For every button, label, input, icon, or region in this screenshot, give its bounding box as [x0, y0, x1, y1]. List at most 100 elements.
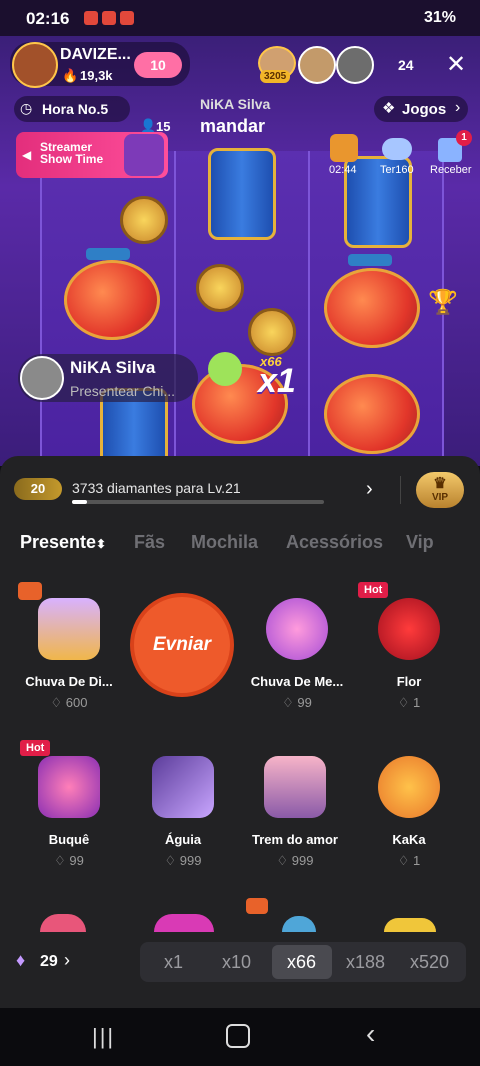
gift-item-partial[interactable] — [154, 914, 214, 932]
status-time: 02:16 — [26, 9, 70, 28]
lantern-cap — [348, 254, 392, 266]
tab-acessorios[interactable]: Acessórios — [286, 532, 383, 553]
tab-label: Presente — [20, 532, 97, 552]
gift-item-kaka[interactable]: KaKa ♢ 1 — [354, 740, 464, 890]
divider — [400, 476, 401, 504]
host-followers: 19,3k — [80, 68, 113, 83]
diamond-icon: ♢ — [54, 853, 66, 868]
gift-item-partial[interactable] — [384, 918, 436, 932]
viewer-avatar[interactable] — [336, 46, 374, 84]
gift-price: 99 — [297, 695, 312, 710]
diamond-icon: ♢ — [397, 853, 410, 868]
bouquet-icon — [38, 756, 100, 818]
back-icon[interactable]: ‹ — [366, 1018, 375, 1050]
viewer-count[interactable]: 24 — [398, 57, 414, 73]
diamond-icon: ♢ — [50, 695, 63, 710]
gift-name: KaKa — [392, 832, 426, 847]
gift-item-buque[interactable]: Buquê ♢ 99 — [14, 740, 124, 890]
diamond-balance[interactable]: 29 — [40, 953, 58, 971]
gift-icon — [208, 352, 242, 386]
home-icon[interactable] — [226, 1024, 250, 1048]
multiplier-x188[interactable]: x188 — [346, 952, 385, 973]
gift-price: 600 — [65, 695, 88, 710]
diamond-icon: ♢ — [276, 853, 289, 868]
recent-apps-icon[interactable]: ||| — [92, 1024, 115, 1050]
chevron-right-icon[interactable]: › — [64, 950, 70, 971]
eagle-icon — [152, 756, 214, 818]
multiplier-x10[interactable]: x10 — [222, 952, 251, 973]
gift-name: Flor — [396, 674, 422, 689]
nika-label: NiKA Silva — [200, 96, 271, 112]
level-progress-fill — [72, 500, 88, 504]
send-button[interactable]: Evniar — [134, 597, 230, 693]
chest-timer: 02:44 — [329, 164, 357, 176]
app-notification-icon — [102, 11, 116, 25]
gift-sender-name: NiKA Silva — [70, 358, 156, 377]
sort-icon: ⬍ — [96, 537, 107, 551]
chevron-right-icon[interactable]: › — [366, 478, 373, 501]
gift-name: Buquê — [48, 832, 90, 847]
tab-mochila[interactable]: Mochila — [191, 532, 258, 553]
gift-chest-icon — [38, 598, 100, 660]
level-progress-bar — [72, 500, 324, 504]
gift-name: Águia — [164, 832, 202, 847]
gift-multiplier-big: x1 — [258, 362, 296, 400]
gift-price: 1 — [413, 853, 421, 868]
hour-rank-label: Hora No.5 — [42, 101, 109, 117]
grid-icon: ❖ — [382, 100, 396, 117]
diamond-icon: ♦ — [16, 950, 26, 970]
gift-sender-action: Presentear Chi... — [70, 383, 176, 399]
status-bar — [0, 0, 480, 36]
app-notification-icon — [120, 11, 134, 25]
train-icon — [264, 756, 326, 818]
ter-label: Ter160 — [380, 164, 414, 176]
multiplier-x1[interactable]: x1 — [164, 952, 183, 973]
receber-label: Receber — [430, 164, 472, 176]
gift-price: 1 — [413, 695, 421, 710]
chevron-right-icon: › — [455, 99, 461, 116]
viewer-avatar[interactable] — [298, 46, 336, 84]
gift-name: Trem do amor — [252, 832, 338, 847]
gmail-notification-icon — [84, 11, 98, 25]
banner-avatar — [124, 134, 164, 176]
vip-badge[interactable]: ♛ VIP — [416, 472, 464, 508]
gift-item-chuva-meteoro[interactable]: Chuva De Me... ♢ 99 — [242, 582, 352, 732]
gift-price: 999 — [291, 853, 314, 868]
gift-item-trem-do-amor[interactable]: Trem do amor ♢ 999 — [240, 740, 350, 890]
tab-fas[interactable]: Fãs — [134, 532, 165, 553]
kaka-icon — [378, 756, 440, 818]
gift-sender-avatar[interactable] — [20, 356, 64, 400]
close-icon[interactable]: ✕ — [446, 50, 466, 79]
multiplier-x66[interactable]: x66 — [287, 952, 316, 973]
tab-vip[interactable]: Vip — [406, 532, 434, 553]
host-avatar[interactable] — [12, 42, 58, 88]
red-lantern — [324, 374, 420, 454]
rose-icon — [378, 598, 440, 660]
gift-name: Chuva De Me... — [250, 674, 344, 689]
gift-box-icon — [246, 898, 268, 914]
gift-price: 999 — [179, 853, 202, 868]
planet-icon — [266, 598, 328, 660]
top-viewer-count: 3205 — [260, 70, 291, 83]
clock-icon: ◷ — [20, 100, 33, 116]
gold-coin — [196, 264, 244, 312]
gift-item-flor[interactable]: Flor ♢ 1 — [354, 582, 464, 732]
multiplier-x520[interactable]: x520 — [410, 952, 449, 973]
cloud-icon[interactable] — [382, 138, 412, 160]
gift-item-chuva-diamante[interactable]: Chuva De Di... ♢ 600 — [14, 582, 124, 732]
mandar-label: mandar — [200, 116, 266, 136]
gift-item-aguia[interactable]: Águia ♢ 999 — [128, 740, 238, 890]
crown-icon: ♛ — [433, 475, 447, 492]
flame-icon: 🔥 — [62, 68, 79, 83]
trophy-icon[interactable]: 🏆 — [428, 288, 458, 317]
treasure-chest-icon[interactable] — [330, 134, 358, 162]
diamond-icon: ♢ — [282, 695, 294, 710]
gold-coin — [120, 196, 168, 244]
battery-percent: 31% — [423, 9, 456, 26]
red-lantern — [64, 260, 160, 340]
tab-presente[interactable]: Presente⬍ — [20, 532, 106, 553]
red-lantern — [324, 268, 420, 348]
gold-coin — [248, 308, 296, 356]
host-level-badge: 10 — [134, 52, 182, 78]
diamond-level-badge: 20 — [14, 478, 62, 500]
